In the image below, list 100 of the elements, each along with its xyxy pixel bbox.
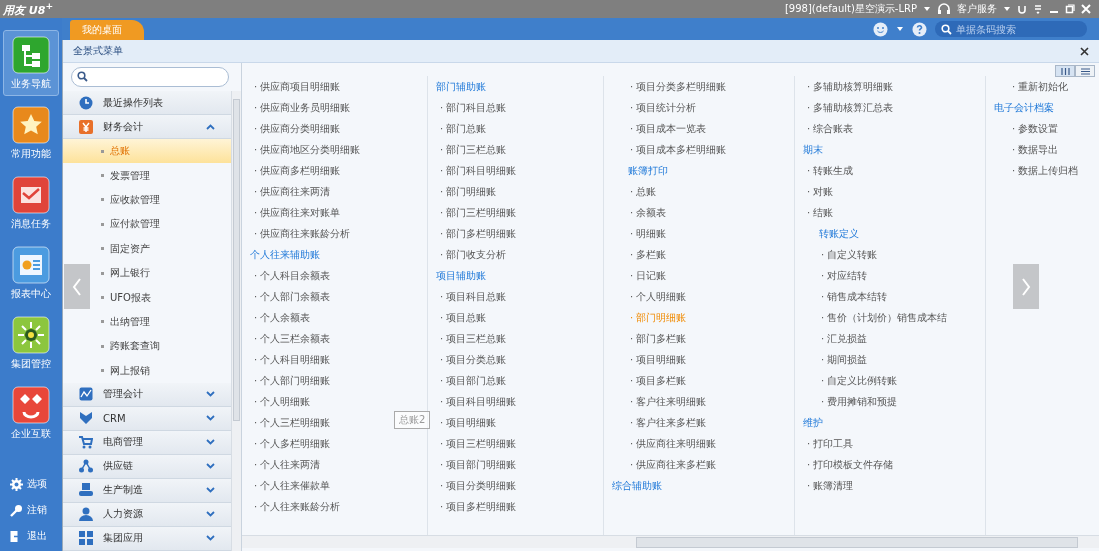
menu-item[interactable]: · 余额表 — [610, 202, 667, 223]
menu-item[interactable]: · 部门多栏明细账 — [434, 223, 517, 244]
menu-item[interactable]: · 费用摊销和预提 — [801, 391, 898, 412]
menu-item[interactable]: · 个人多栏明细账 — [248, 433, 331, 454]
module-item[interactable]: 应付款管理 — [63, 212, 231, 237]
menu-item[interactable]: · 个人明细账 — [610, 286, 687, 307]
menu-item[interactable]: · 项目三栏总账 — [434, 328, 507, 349]
menu-heading[interactable]: 项目辅助账 — [434, 265, 486, 286]
module-item[interactable]: 跨账套查询 — [63, 334, 231, 359]
module-item[interactable]: UFO报表 — [63, 285, 231, 310]
menu-item[interactable]: · 供应商分类明细账 — [248, 118, 341, 139]
menu-item[interactable]: · 供应商往来对账单 — [248, 202, 341, 223]
nav-button[interactable]: 常用功能 — [3, 100, 59, 166]
menu-item[interactable]: · 项目多栏明细账 — [434, 496, 517, 517]
menu-item[interactable]: · 客户往来多栏账 — [610, 412, 707, 433]
module-header[interactable]: 电商管理 — [63, 430, 231, 455]
menu-heading[interactable]: 期末 — [801, 139, 823, 160]
menu-heading[interactable]: 电子会计档案 — [992, 97, 1054, 118]
menu-item[interactable]: · 售价（计划价）销售成本结 — [801, 307, 948, 328]
nav-button[interactable]: 消息任务 — [3, 170, 59, 236]
menu-item[interactable]: · 项目分类多栏明细账 — [610, 76, 727, 97]
menu-heading[interactable]: 转账定义 — [801, 223, 859, 244]
menu-item[interactable]: · 个人科目余额表 — [248, 265, 331, 286]
menu-item[interactable]: · 数据上传归档 — [992, 160, 1079, 181]
menu-item[interactable]: · 供应商多栏明细账 — [248, 160, 341, 181]
menu-item[interactable]: · 部门总账 — [434, 118, 487, 139]
module-header[interactable]: 管理会计 — [63, 382, 231, 407]
menu-heading[interactable]: 部门辅助账 — [434, 76, 486, 97]
menu-item[interactable]: · 项目成本多栏明细账 — [610, 139, 727, 160]
nav-button[interactable]: 集团管控 — [3, 310, 59, 376]
menu-item[interactable]: · 部门三栏总账 — [434, 139, 507, 160]
scrollbar-thumb[interactable] — [636, 537, 1078, 548]
menu-item[interactable]: · 重新初始化 — [992, 76, 1069, 97]
menu-item[interactable]: · 个人往来账龄分析 — [248, 496, 341, 517]
menu-item[interactable]: · 多辅助核算汇总表 — [801, 97, 894, 118]
module-header[interactable]: 供应链 — [63, 454, 231, 479]
menu-item[interactable]: · 项目明细账 — [434, 412, 497, 433]
menu-item[interactable]: · 个人部门余额表 — [248, 286, 331, 307]
menu-item[interactable]: · 期间损益 — [801, 349, 868, 370]
menu-item[interactable]: · 部门明细账 — [434, 181, 497, 202]
caret-icon[interactable] — [923, 6, 931, 12]
menu-item[interactable]: · 日记账 — [610, 265, 667, 286]
menu-item[interactable]: · 供应商往来明细账 — [610, 433, 717, 454]
menu-item[interactable]: · 项目部门明细账 — [434, 454, 517, 475]
menu-item[interactable]: · 部门收支分析 — [434, 244, 507, 265]
menu-heading[interactable]: 账簿打印 — [610, 160, 668, 181]
restore-icon[interactable] — [1065, 4, 1075, 14]
account-label[interactable]: [998](default)星空演示-LRP — [784, 2, 917, 16]
menu-item[interactable]: · 个人余额表 — [248, 307, 311, 328]
nav-action[interactable]: 退出 — [9, 525, 47, 547]
menu-item[interactable]: · 综合账表 — [801, 118, 854, 139]
columns-view-button[interactable] — [1055, 65, 1075, 77]
menu-item[interactable]: · 部门多栏账 — [610, 328, 687, 349]
menu-item[interactable]: · 项目明细账 — [610, 349, 687, 370]
search-field[interactable]: 单据条码搜索 — [935, 21, 1087, 37]
menu-item[interactable]: · 个人往来两清 — [248, 454, 321, 475]
smiley-icon[interactable] — [873, 21, 888, 37]
menu-item[interactable]: · 项目部门总账 — [434, 370, 507, 391]
menu-item[interactable]: · 个人往来催款单 — [248, 475, 331, 496]
menu-item[interactable]: · 结账 — [801, 202, 834, 223]
nav-action[interactable]: 注销 — [9, 499, 47, 521]
menu-icon[interactable] — [1033, 4, 1043, 14]
menu-item[interactable]: · 项目成本一览表 — [610, 118, 707, 139]
menu-item[interactable]: · 部门三栏明细账 — [434, 202, 517, 223]
menu-heading[interactable]: 个人往来辅助账 — [248, 244, 320, 265]
menu-item[interactable]: · 项目科目总账 — [434, 286, 507, 307]
menu-item[interactable]: · 多栏账 — [610, 244, 667, 265]
menu-item[interactable]: · 供应商业务员明细账 — [248, 97, 351, 118]
menu-item[interactable]: · 汇兑损益 — [801, 328, 868, 349]
menu-item[interactable]: · 供应商往来账龄分析 — [248, 223, 351, 244]
menu-item[interactable]: · 供应商往来多栏账 — [610, 454, 717, 475]
menu-item[interactable]: · 打印模板文件存储 — [801, 454, 894, 475]
service-menu[interactable]: 客户服务 — [957, 2, 997, 16]
menu-item[interactable]: · 供应商项目明细账 — [248, 76, 341, 97]
menu-heading[interactable]: 综合辅助账 — [610, 475, 662, 496]
module-header[interactable]: 生产制造 — [63, 478, 231, 503]
scrollbar-thumb[interactable] — [233, 99, 240, 421]
menu-item[interactable]: · 数据导出 — [992, 139, 1059, 160]
caret-icon[interactable] — [1003, 6, 1011, 12]
module-header[interactable]: CRM — [63, 406, 231, 431]
close-icon[interactable] — [1080, 46, 1089, 56]
menu-item[interactable]: · 自定义转账 — [801, 244, 878, 265]
menu-item[interactable]: · 个人部门明细账 — [248, 370, 331, 391]
menu-heading[interactable]: 维护 — [801, 412, 823, 433]
menu-item[interactable]: · 项目科目明细账 — [434, 391, 517, 412]
module-header[interactable]: 财务会计 — [63, 115, 231, 139]
menu-item[interactable]: · 个人科目明细账 — [248, 349, 331, 370]
menu-item[interactable]: · 项目多栏账 — [610, 370, 687, 391]
menu-item[interactable]: · 明细账 — [610, 223, 667, 244]
menu-item[interactable]: · 转账生成 — [801, 160, 854, 181]
menu-item[interactable]: · 参数设置 — [992, 118, 1059, 139]
menu-item[interactable]: · 打印工具 — [801, 433, 854, 454]
menu-item[interactable]: · 销售成本结转 — [801, 286, 888, 307]
menu-item[interactable]: · 账簿清理 — [801, 475, 854, 496]
menu-item[interactable]: · 自定义比例转账 — [801, 370, 898, 391]
menu-item[interactable]: · 项目分类明细账 — [434, 475, 517, 496]
menu-item[interactable]: · 供应商往来两清 — [248, 181, 331, 202]
module-item[interactable]: 出纳管理 — [63, 309, 231, 335]
menu-item[interactable]: · 部门科目总账 — [434, 97, 507, 118]
help-icon[interactable] — [912, 21, 927, 37]
